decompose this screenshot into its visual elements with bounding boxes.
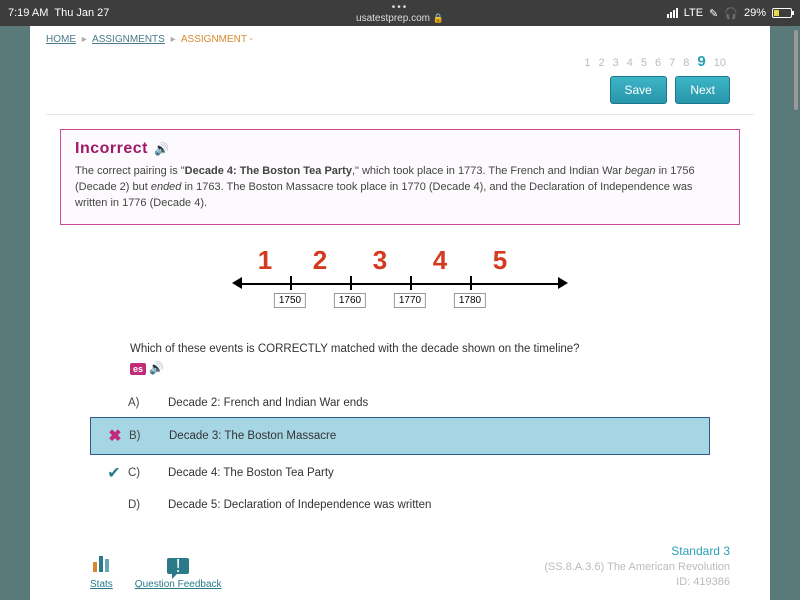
feedback-panel: Incorrect 🔊 The correct pairing is "Deca…	[60, 129, 740, 225]
browser-dots-icon: •••	[356, 2, 444, 13]
standard-info: Standard 3 (SS.8.A.3.6) The American Rev…	[544, 543, 730, 591]
pager-item[interactable]: 3	[613, 57, 619, 69]
pencil-icon: ✎	[709, 7, 718, 20]
answer-letter: C)	[128, 467, 168, 479]
timeline-tick	[410, 276, 412, 290]
answer-letter: D)	[128, 499, 168, 511]
battery-pct: 29%	[744, 7, 766, 19]
answer-letter: A)	[128, 397, 168, 409]
network-label: LTE	[684, 7, 703, 19]
status-left: 7:19 AM Thu Jan 27	[8, 7, 109, 19]
bar-chart-icon	[90, 556, 113, 577]
question-feedback-label: Question Feedback	[135, 579, 222, 590]
answer-list: A)Decade 2: French and Indian War ends✖B…	[90, 389, 710, 519]
timeline-tick-label: 1780	[454, 293, 486, 308]
answer-text: Decade 4: The Boston Tea Party	[168, 467, 334, 479]
pager-item[interactable]: 10	[714, 57, 726, 69]
status-time: 7:19 AM	[8, 7, 48, 19]
status-date: Thu Jan 27	[54, 7, 109, 19]
standard-title: Standard 3	[544, 543, 730, 560]
footer-links: Stats ! Question Feedback	[90, 556, 222, 590]
next-button[interactable]: Next	[675, 76, 730, 104]
timeline-segment-number: 2	[313, 245, 327, 276]
answer-choice[interactable]: ✖B)Decade 3: The Boston Massacre	[90, 417, 710, 455]
timeline-axis	[240, 283, 560, 285]
timeline-tick	[290, 276, 292, 290]
question-id: ID: 419386	[544, 575, 730, 590]
pager-item[interactable]: 4	[627, 57, 633, 69]
stats-link[interactable]: Stats	[90, 556, 113, 590]
timeline-tick-label: 1750	[274, 293, 306, 308]
pager-item[interactable]: 5	[641, 57, 647, 69]
answer-text: Decade 3: The Boston Massacre	[169, 430, 336, 442]
speaker-icon[interactable]: 🔊	[154, 142, 169, 156]
answer-text: Decade 5: Declaration of Independence wa…	[168, 499, 431, 511]
answer-choice[interactable]: A)Decade 2: French and Indian War ends	[90, 389, 710, 417]
pager-item[interactable]: 6	[655, 57, 661, 69]
scrollbar[interactable]	[794, 30, 798, 110]
question-block: Which of these events is CORRECTLY match…	[30, 343, 770, 529]
action-buttons: Save Next	[30, 76, 770, 114]
lock-icon: 🔒	[433, 13, 444, 23]
status-center: ••• usatestprep.com 🔒	[356, 2, 444, 24]
timeline-segment-number: 5	[493, 245, 507, 276]
question-footer: Stats ! Question Feedback Standard 3 (SS…	[30, 529, 770, 600]
chevron-right-icon: ▸	[82, 34, 87, 45]
timeline-segment-number: 1	[258, 245, 272, 276]
speaker-icon[interactable]: 🔊	[149, 361, 164, 375]
timeline-tick	[350, 276, 352, 290]
device-status-bar: 7:19 AM Thu Jan 27 ••• usatestprep.com 🔒…	[0, 0, 800, 26]
speech-bubble-icon: !	[135, 556, 222, 577]
es-badge[interactable]: es	[130, 363, 146, 375]
timeline-segment-number: 4	[433, 245, 447, 276]
chevron-right-icon: ▸	[171, 34, 176, 45]
standard-code: (SS.8.A.3.6) The American Revolution	[544, 560, 730, 575]
timeline-segment-number: 3	[373, 245, 387, 276]
battery-icon	[772, 8, 792, 18]
site-url: usatestprep.com	[356, 13, 430, 24]
signal-icon	[667, 8, 678, 18]
feedback-title: Incorrect 🔊	[75, 140, 725, 158]
answer-choice[interactable]: ✔C)Decade 4: The Boston Tea Party	[90, 455, 710, 491]
timeline-tick-label: 1760	[334, 293, 366, 308]
question-text: Which of these events is CORRECTLY match…	[130, 343, 710, 355]
crumb-home[interactable]: HOME	[46, 34, 76, 45]
save-button[interactable]: Save	[610, 76, 667, 104]
x-icon: ✖	[101, 426, 129, 446]
pager-item[interactable]: 7	[669, 57, 675, 69]
divider	[46, 114, 754, 115]
crumb-assignments[interactable]: ASSIGNMENTS	[92, 34, 165, 45]
pager-item[interactable]: 9	[697, 53, 705, 70]
question-feedback-link[interactable]: ! Question Feedback	[135, 556, 222, 590]
question-pager: 123456789 10	[30, 49, 770, 76]
timeline-tick	[470, 276, 472, 290]
status-right: LTE ✎ 🎧 29%	[667, 7, 792, 20]
pager-item[interactable]: 1	[584, 57, 590, 69]
stats-label: Stats	[90, 579, 113, 590]
pager-item[interactable]: 8	[683, 57, 689, 69]
answer-text: Decade 2: French and Indian War ends	[168, 397, 368, 409]
arrow-right-icon	[558, 277, 568, 289]
question-tools: es 🔊	[130, 361, 710, 375]
page-content: HOME ▸ ASSIGNMENTS ▸ ASSIGNMENT - 123456…	[30, 26, 770, 600]
timeline-figure: 1750 1760 1770 1780 1 2 3 4 5	[240, 243, 560, 323]
headphones-icon: 🎧	[724, 7, 738, 20]
answer-choice[interactable]: D)Decade 5: Declaration of Independence …	[90, 491, 710, 519]
check-icon: ✔	[100, 463, 128, 483]
breadcrumb: HOME ▸ ASSIGNMENTS ▸ ASSIGNMENT -	[30, 26, 770, 49]
timeline-tick-label: 1770	[394, 293, 426, 308]
feedback-explanation: The correct pairing is "Decade 4: The Bo…	[75, 164, 725, 212]
answer-letter: B)	[129, 430, 169, 442]
feedback-status: Incorrect	[75, 140, 148, 158]
crumb-current: ASSIGNMENT -	[181, 34, 253, 45]
pager-item[interactable]: 2	[599, 57, 605, 69]
